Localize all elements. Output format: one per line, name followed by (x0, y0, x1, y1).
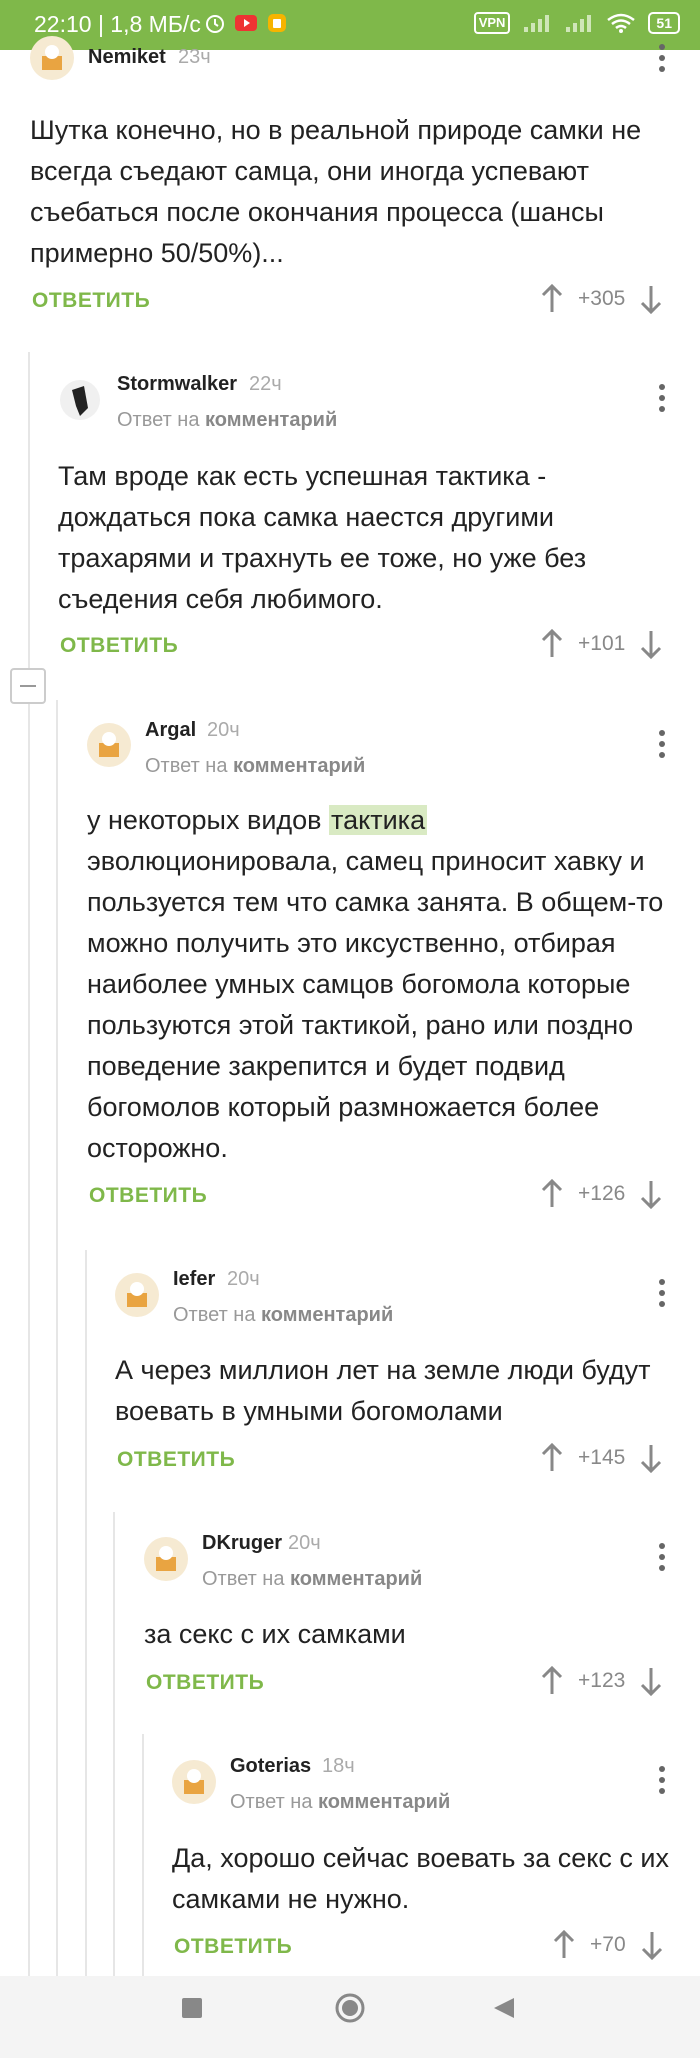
comment-author[interactable]: Stormwalker (117, 373, 237, 396)
arrow-up-icon[interactable] (540, 629, 564, 659)
back-triangle-icon[interactable] (492, 1996, 516, 2020)
system-nav-bar (0, 1976, 700, 2058)
avatar (58, 378, 102, 422)
reply-to-label: Ответ на комментарий (202, 1568, 423, 1590)
arrow-up-icon[interactable] (540, 1666, 564, 1696)
reply-button[interactable]: ОТВЕТИТЬ (146, 1671, 264, 1695)
arrow-down-icon[interactable] (640, 1930, 664, 1960)
reply-to-link[interactable]: комментарий (318, 1791, 450, 1813)
vpn-badge: VPN (473, 12, 511, 34)
rating: +145 (578, 1446, 626, 1469)
vote-controls: +126 (540, 1179, 663, 1209)
thread-line-5 (142, 1734, 144, 1978)
avatar (30, 36, 74, 80)
vote-controls: +70 (552, 1930, 664, 1960)
more-vertical-icon[interactable] (657, 1766, 667, 1794)
reply-button[interactable]: ОТВЕТИТЬ (32, 289, 150, 313)
thread-line-4 (113, 1512, 115, 1978)
comment-time: 20ч (227, 1268, 260, 1290)
arrow-up-icon[interactable] (552, 1930, 576, 1960)
status-time: 22:10 | 1,8 МБ/с (34, 11, 201, 37)
signal-icon (524, 15, 550, 32)
thread-line-1 (28, 352, 30, 1978)
vote-controls: +145 (540, 1443, 663, 1473)
comment-text: у некоторых видов тактика эволюционирова… (87, 805, 664, 1163)
reply-button[interactable]: ОТВЕТИТЬ (117, 1448, 235, 1472)
comment-author[interactable]: Goterias (230, 1755, 311, 1778)
comment-text: за секс с их самками (144, 1619, 406, 1649)
comment-time: 20ч (288, 1532, 321, 1554)
vote-controls: +101 (540, 629, 663, 659)
arrow-down-icon[interactable] (639, 1179, 663, 1209)
rating: +101 (578, 632, 626, 655)
rating: +123 (578, 1669, 626, 1692)
signal-icon-2 (566, 15, 592, 32)
more-vertical-icon[interactable] (657, 1543, 667, 1571)
more-vertical-icon[interactable] (657, 44, 667, 72)
reply-to-label: Ответ на комментарий (145, 755, 366, 777)
arrow-down-icon[interactable] (639, 284, 663, 314)
thread-line-2 (56, 700, 58, 1978)
reply-to-label: Ответ на комментарий (117, 409, 338, 431)
alarm-icon (206, 15, 224, 33)
status-bar: 22:10 | 1,8 МБ/с VPN 51 (0, 0, 700, 50)
arrow-down-icon[interactable] (639, 629, 663, 659)
comment-text: А через миллион лет на земле люди будут … (115, 1355, 651, 1426)
more-vertical-icon[interactable] (657, 384, 667, 412)
vote-controls: +123 (540, 1666, 663, 1696)
vote-controls: +305 (540, 284, 663, 314)
comment-author[interactable]: Nemiket (88, 46, 166, 69)
reply-button[interactable]: ОТВЕТИТЬ (89, 1184, 207, 1208)
reply-button[interactable]: ОТВЕТИТЬ (60, 634, 178, 658)
reply-to-link[interactable]: комментарий (205, 409, 337, 431)
comment-time: 22ч (249, 373, 282, 395)
wifi-icon (607, 13, 636, 33)
reply-button[interactable]: ОТВЕТИТЬ (174, 1935, 292, 1959)
reply-to-link[interactable]: комментарий (261, 1304, 393, 1326)
battery-indicator: 51 (648, 12, 680, 34)
arrow-down-icon[interactable] (639, 1443, 663, 1473)
arrow-up-icon[interactable] (540, 1179, 564, 1209)
more-vertical-icon[interactable] (657, 730, 667, 758)
reply-to-link[interactable]: комментарий (290, 1568, 422, 1590)
youtube-icon (235, 15, 257, 31)
comment-author[interactable]: DKruger (202, 1532, 282, 1555)
thread-line-3 (85, 1250, 87, 1978)
app-notification-icon (268, 14, 286, 32)
arrow-up-icon[interactable] (540, 1443, 564, 1473)
arrow-down-icon[interactable] (639, 1666, 663, 1696)
comment-time: 23ч (178, 46, 211, 68)
comment-time: 18ч (322, 1755, 355, 1777)
avatar (87, 723, 131, 767)
square-icon[interactable] (180, 1996, 204, 2020)
rating: +126 (578, 1182, 626, 1205)
rating: +70 (590, 1933, 626, 1956)
more-vertical-icon[interactable] (657, 1279, 667, 1307)
search-highlight: тактика (329, 805, 428, 835)
reply-to-label: Ответ на комментарий (230, 1791, 451, 1813)
comment-text: Там вроде как есть успешная тактика - до… (58, 461, 587, 614)
avatar (144, 1537, 188, 1581)
comment-author[interactable]: Iefer (173, 1268, 215, 1291)
comment-text: Шутка конечно, но в реальной природе сам… (30, 115, 642, 268)
comment-time: 20ч (207, 719, 240, 741)
comment-author[interactable]: Argal (145, 719, 196, 742)
reply-to-label: Ответ на комментарий (173, 1304, 394, 1326)
comment-text: Да, хорошо сейчас воевать за секс с их с… (172, 1843, 669, 1914)
circle-icon[interactable] (334, 1992, 366, 2024)
reply-to-link[interactable]: комментарий (233, 755, 365, 777)
collapse-thread-button[interactable] (10, 668, 46, 704)
avatar (115, 1273, 159, 1317)
rating: +305 (578, 287, 626, 310)
arrow-up-icon[interactable] (540, 284, 564, 314)
avatar (172, 1760, 216, 1804)
